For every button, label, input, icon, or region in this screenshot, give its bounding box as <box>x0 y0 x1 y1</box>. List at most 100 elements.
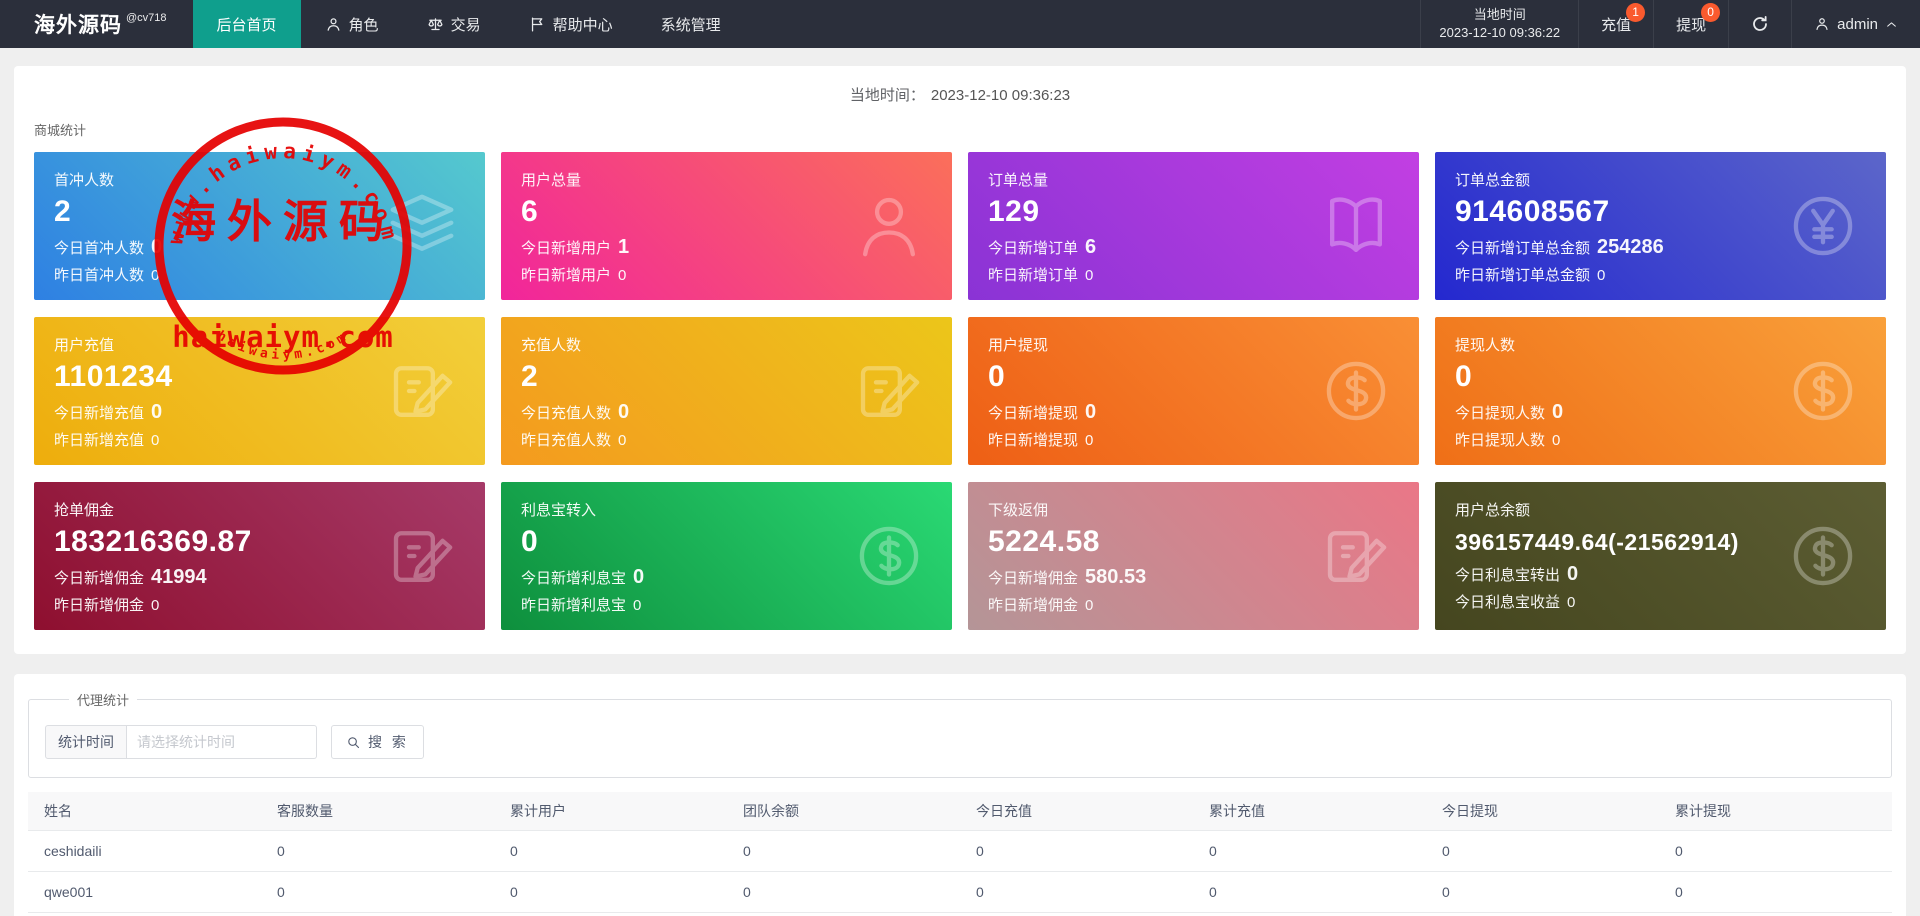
stat-card-sub-rebate: 下级返佣 5224.58 今日新增佣金 580.53 昨日新增佣金 0 <box>968 482 1419 630</box>
scales-icon <box>428 17 443 30</box>
person-icon <box>327 17 339 31</box>
stat-today-label: 今日新增用户 <box>521 240 612 257</box>
stat-today-value: 0 <box>1085 401 1097 423</box>
stat-today-label: 今日提现人数 <box>1455 405 1546 422</box>
menu-item-label: 角色 <box>348 16 379 34</box>
stat-today-label: 今日新增充值 <box>54 405 145 422</box>
dollar-circle-icon <box>1784 517 1862 595</box>
refresh-button[interactable] <box>1728 0 1791 48</box>
agent-table: 姓名 客服数量 累计用户 团队余额 今日充值 累计充值 今日提现 累计提现 ce… <box>28 792 1892 916</box>
book-icon <box>1317 187 1395 265</box>
stat-card-total-users: 用户总量 6 今日新增用户 1 昨日新增用户 0 <box>501 152 952 300</box>
menu-item-label: 后台首页 <box>216 16 277 34</box>
stat-card-first-recharge-users: 首冲人数 2 今日首冲人数 0 昨日首冲人数 0 <box>34 152 485 300</box>
brand-tag: @cv718 <box>126 12 167 24</box>
stat-yesterday-value: 0 <box>1085 597 1094 614</box>
shop-stats-panel: 当地时间： 2023-12-10 09:36:23 商城统计 首冲人数 2 今日首… <box>14 66 1906 654</box>
menu-item-home[interactable]: 后台首页 <box>192 0 301 48</box>
content-local-time: 当地时间： 2023-12-10 09:36:23 <box>34 84 1886 105</box>
note-pencil-icon <box>383 517 461 595</box>
menu-item-roles[interactable]: 角色 <box>301 0 403 48</box>
menu-item-label: 交易 <box>450 16 481 34</box>
menu-item-trade[interactable]: 交易 <box>403 0 505 48</box>
brand-logo[interactable]: 海外源码 @cv718 <box>0 0 193 48</box>
cell-value: 0 <box>960 912 1193 916</box>
stat-today-value: 0 <box>633 566 645 588</box>
user-menu[interactable]: admin <box>1791 0 1920 48</box>
local-time-value: 2023-12-10 09:36:22 <box>1439 25 1561 40</box>
table-row: 123777 0 0 0 0 0 0 0 <box>28 912 1892 916</box>
navbar-right: 当地时间 2023-12-10 09:36:22 充值 1 提现 0 admin <box>1420 0 1920 48</box>
content-time-value: 2023-12-10 09:36:23 <box>930 87 1071 104</box>
stat-card-total-balance: 用户总余额 396157449.64(-21562914) 今日利息宝转出 0 今… <box>1435 482 1886 630</box>
cell-value: 0 <box>261 871 494 913</box>
content-time-label: 当地时间： <box>849 87 925 104</box>
stat-yesterday-label: 昨日提现人数 <box>1455 432 1546 449</box>
stat-today-value: 254286 <box>1597 236 1664 258</box>
col-header-total-users: 累计用户 <box>494 792 727 831</box>
cell-value: 0 <box>261 912 494 916</box>
col-header-name: 姓名 <box>28 792 261 831</box>
agent-filter-row: 统计时间 搜 索 <box>45 725 1875 759</box>
cell-name: 123777 <box>28 912 261 916</box>
col-header-today-recharge: 今日充值 <box>960 792 1193 831</box>
stat-time-input[interactable] <box>127 725 317 759</box>
stat-today-label: 今日新增利息宝 <box>521 570 627 587</box>
recharge-button[interactable]: 充值 1 <box>1578 0 1653 48</box>
stat-today-label: 今日新增提现 <box>988 405 1079 422</box>
menu-item-label: 帮助中心 <box>552 16 613 34</box>
table-row: ceshidaili 0 0 0 0 0 0 0 <box>28 830 1892 872</box>
navbar: 海外源码 @cv718 后台首页 角色 交易 帮助中心 系统管理 当地时间 20… <box>0 0 1920 48</box>
stat-today-label: 今日新增订单总金额 <box>1455 240 1591 257</box>
cell-value: 0 <box>1426 830 1659 872</box>
stat-today-value: 580.53 <box>1085 566 1147 588</box>
cell-value: 0 <box>960 871 1193 913</box>
stat-card-user-recharge: 用户充值 1101234 今日新增充值 0 昨日新增充值 0 <box>34 317 485 465</box>
dollar-circle-icon <box>1784 352 1862 430</box>
main-menu: 后台首页 角色 交易 帮助中心 系统管理 <box>192 0 745 48</box>
stat-today-value: 41994 <box>151 566 207 588</box>
agent-stats-legend: 代理统计 <box>77 693 130 708</box>
section-title-shop-stats: 商城统计 <box>34 123 87 138</box>
stat-yesterday-label: 昨日新增用户 <box>521 267 612 284</box>
stat-today-label: 今日新增订单 <box>988 240 1079 257</box>
stat-today-label: 今日首冲人数 <box>54 240 145 257</box>
note-pencil-icon <box>383 352 461 430</box>
cell-value: 0 <box>727 871 960 913</box>
stat-yesterday-label: 昨日首冲人数 <box>54 267 145 284</box>
stat-today-label: 今日新增佣金 <box>988 570 1079 587</box>
stat-yesterday-value: 0 <box>1597 267 1606 284</box>
stat-yesterday-label: 昨日新增佣金 <box>54 597 145 614</box>
menu-item-system[interactable]: 系统管理 <box>637 0 745 48</box>
stat-yesterday-value: 0 <box>1085 432 1094 449</box>
cell-value: 0 <box>261 830 494 872</box>
col-header-team-balance: 团队余额 <box>727 792 960 831</box>
cell-name: ceshidaili <box>28 830 261 872</box>
menu-item-help-center[interactable]: 帮助中心 <box>505 0 637 48</box>
stat-yesterday-value: 0 <box>1085 267 1094 284</box>
cell-value: 0 <box>1193 871 1426 913</box>
cell-value: 0 <box>727 830 960 872</box>
layers-icon <box>383 187 461 265</box>
note-pencil-icon <box>1317 517 1395 595</box>
stat-yesterday-label: 昨日新增利息宝 <box>521 597 627 614</box>
cell-value: 0 <box>1193 912 1426 916</box>
cell-value: 0 <box>1193 830 1426 872</box>
agent-table-header-row: 姓名 客服数量 累计用户 团队余额 今日充值 累计充值 今日提现 累计提现 <box>28 792 1892 831</box>
menu-item-label: 系统管理 <box>660 16 721 34</box>
stat-yesterday-label: 昨日新增佣金 <box>988 597 1079 614</box>
stat-yesterday-label: 今日利息宝收益 <box>1455 594 1561 611</box>
stat-card-total-orders: 订单总量 129 今日新增订单 6 昨日新增订单 0 <box>968 152 1419 300</box>
stat-today-value: 0 <box>1552 401 1564 423</box>
stat-card-total-order-amount: 订单总金额 914608567 今日新增订单总金额 254286 昨日新增订单总金… <box>1435 152 1886 300</box>
search-button[interactable]: 搜 索 <box>331 725 424 759</box>
chevron-up-icon <box>1887 21 1896 27</box>
refresh-icon <box>1753 15 1768 31</box>
col-header-service-count: 客服数量 <box>261 792 494 831</box>
withdraw-button[interactable]: 提现 0 <box>1653 0 1728 48</box>
stat-yesterday-value: 0 <box>151 267 160 284</box>
stat-yesterday-value: 0 <box>151 597 160 614</box>
agent-stats-fieldset: 代理统计 统计时间 搜 索 <box>28 690 1892 778</box>
cell-value: 0 <box>1659 871 1892 913</box>
stat-card-recharge-users: 充值人数 2 今日充值人数 0 昨日充值人数 0 <box>501 317 952 465</box>
